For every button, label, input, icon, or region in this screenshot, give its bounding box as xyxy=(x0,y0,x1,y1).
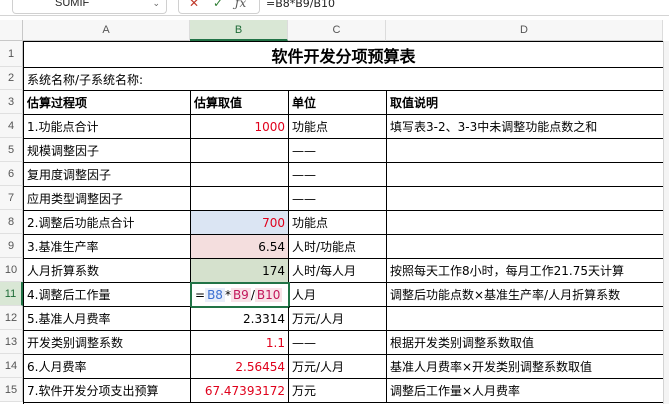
value-cell[interactable] xyxy=(191,139,289,163)
note-cell[interactable]: 根据开发类别调整系数取值 xyxy=(387,331,664,355)
system-name-label[interactable]: 系统名称/子系统名称: xyxy=(24,68,664,91)
note-cell[interactable] xyxy=(387,211,664,235)
value-cell[interactable]: 1.1 xyxy=(191,331,289,355)
value-cell[interactable]: 67.47393172 xyxy=(191,379,289,403)
row-header-1[interactable]: 1 xyxy=(0,41,23,67)
value-cell[interactable]: 2.56454 xyxy=(191,355,289,379)
unit-cell[interactable]: 万元/人月 xyxy=(289,307,387,331)
item-cell[interactable]: 2.调整后功能点合计 xyxy=(24,211,191,235)
column-header-a[interactable]: A xyxy=(23,20,190,41)
item-cell[interactable]: 4.调整后工作量 xyxy=(24,283,191,307)
note-cell[interactable] xyxy=(387,139,664,163)
row-header-14[interactable]: 14 xyxy=(0,354,23,378)
unit-cell[interactable]: —— xyxy=(289,331,387,355)
row-header-9[interactable]: 9 xyxy=(0,234,23,258)
column-header-c[interactable]: C xyxy=(288,20,386,41)
row-header-2[interactable]: 2 xyxy=(0,67,23,90)
active-cell-b11[interactable]: = B8 * B9 / B10 xyxy=(190,282,290,308)
row-header-12[interactable]: 12 xyxy=(0,306,23,330)
unit-cell[interactable]: 万元 xyxy=(289,379,387,403)
formula-bar: SUMIF ⌄ ✕ ✓ ƒx =B8*B9/B10 xyxy=(0,0,669,16)
item-cell[interactable]: 6.人月费率 xyxy=(24,355,191,379)
item-cell[interactable]: 应用类型调整因子 xyxy=(24,187,191,211)
item-cell[interactable]: 开发类别调整系数 xyxy=(24,331,191,355)
row-header-10[interactable]: 10 xyxy=(0,258,23,282)
item-cell[interactable]: 人月折算系数 xyxy=(24,259,191,283)
formula-equals: = xyxy=(195,288,206,302)
row-header-3[interactable]: 3 xyxy=(0,90,23,114)
value-cell[interactable] xyxy=(191,187,289,211)
note-cell[interactable]: 按照每天工作8小时，每月工作21.75天计算 xyxy=(387,259,664,283)
note-cell[interactable]: 基准人月费率×开发类别调整系数取值 xyxy=(387,355,664,379)
spreadsheet-grid: 软件开发分项预算表 系统名称/子系统名称: 估算过程项 估算取值 单位 取值说明… xyxy=(23,41,664,404)
header-note[interactable]: 取值说明 xyxy=(387,91,664,115)
value-cell-b9[interactable]: 6.54 xyxy=(191,235,289,259)
vertical-scrollbar[interactable] xyxy=(663,41,669,404)
value-cell-b10[interactable]: 174 xyxy=(191,259,289,283)
note-cell[interactable] xyxy=(387,235,664,259)
header-unit[interactable]: 单位 xyxy=(289,91,387,115)
column-header-d[interactable]: D xyxy=(386,20,663,41)
item-cell[interactable]: 3.基准生产率 xyxy=(24,235,191,259)
cancel-icon[interactable]: ✕ xyxy=(189,0,199,11)
unit-cell[interactable]: —— xyxy=(289,139,387,163)
unit-cell[interactable]: 人时/每人月 xyxy=(289,259,387,283)
note-cell[interactable] xyxy=(387,163,664,187)
value-cell[interactable]: 1000 xyxy=(191,115,289,139)
header-item[interactable]: 估算过程项 xyxy=(24,91,191,115)
formula-input[interactable]: =B8*B9/B10 xyxy=(266,0,335,11)
row-header-13[interactable]: 13 xyxy=(0,330,23,354)
row-header-15[interactable]: 15 xyxy=(0,378,23,402)
unit-cell[interactable]: —— xyxy=(289,163,387,187)
unit-cell[interactable]: 人月 xyxy=(289,283,387,307)
column-header-b[interactable]: B xyxy=(190,20,288,41)
insert-function-icon[interactable]: ƒx xyxy=(235,0,246,11)
item-cell[interactable]: 复用度调整因子 xyxy=(24,163,191,187)
sheet-title[interactable]: 软件开发分项预算表 xyxy=(24,42,664,68)
row-header-5[interactable]: 5 xyxy=(0,138,23,162)
formula-bar-buttons: ✕ ✓ ƒx xyxy=(178,0,260,14)
enter-icon[interactable]: ✓ xyxy=(213,0,223,11)
formula-ref-b9: B9 xyxy=(230,288,251,302)
row-header-7[interactable]: 7 xyxy=(0,186,23,210)
header-value[interactable]: 估算取值 xyxy=(191,91,289,115)
unit-cell[interactable]: 人时/功能点 xyxy=(289,235,387,259)
note-cell[interactable]: 填写表3-2、3-3中未调整功能点数之和 xyxy=(387,115,664,139)
note-cell[interactable]: 调整后功能点数×基准生产率/人月折算系数 xyxy=(387,283,664,307)
item-cell[interactable]: 1.功能点合计 xyxy=(24,115,191,139)
value-cell[interactable] xyxy=(191,163,289,187)
select-all-corner[interactable] xyxy=(0,20,23,41)
row-header-6[interactable]: 6 xyxy=(0,162,23,186)
value-cell-b8[interactable]: 700 xyxy=(191,211,289,235)
unit-cell[interactable]: 功能点 xyxy=(289,211,387,235)
note-cell[interactable]: 调整后工作量×人月费率 xyxy=(387,379,664,403)
row-header-4[interactable]: 4 xyxy=(0,114,23,138)
formula-ref-b10: B10 xyxy=(254,288,283,302)
note-cell[interactable] xyxy=(387,187,664,211)
unit-cell[interactable]: 功能点 xyxy=(289,115,387,139)
row-header-8[interactable]: 8 xyxy=(0,210,23,234)
row-header-11[interactable]: 11 xyxy=(0,282,23,306)
note-cell[interactable] xyxy=(387,307,664,331)
chevron-down-icon[interactable]: ⌄ xyxy=(152,0,160,10)
item-cell[interactable]: 7.软件开发分项支出预算 xyxy=(24,379,191,403)
formula-ref-b8: B8 xyxy=(205,288,225,302)
item-cell[interactable]: 5.基准人月费率 xyxy=(24,307,191,331)
name-box[interactable]: SUMIF ⌄ xyxy=(12,0,167,14)
unit-cell[interactable]: —— xyxy=(289,187,387,211)
name-box-value: SUMIF xyxy=(55,0,90,9)
value-cell[interactable]: 2.3314 xyxy=(191,307,289,331)
unit-cell[interactable]: 万元/人月 xyxy=(289,355,387,379)
item-cell[interactable]: 规模调整因子 xyxy=(24,139,191,163)
